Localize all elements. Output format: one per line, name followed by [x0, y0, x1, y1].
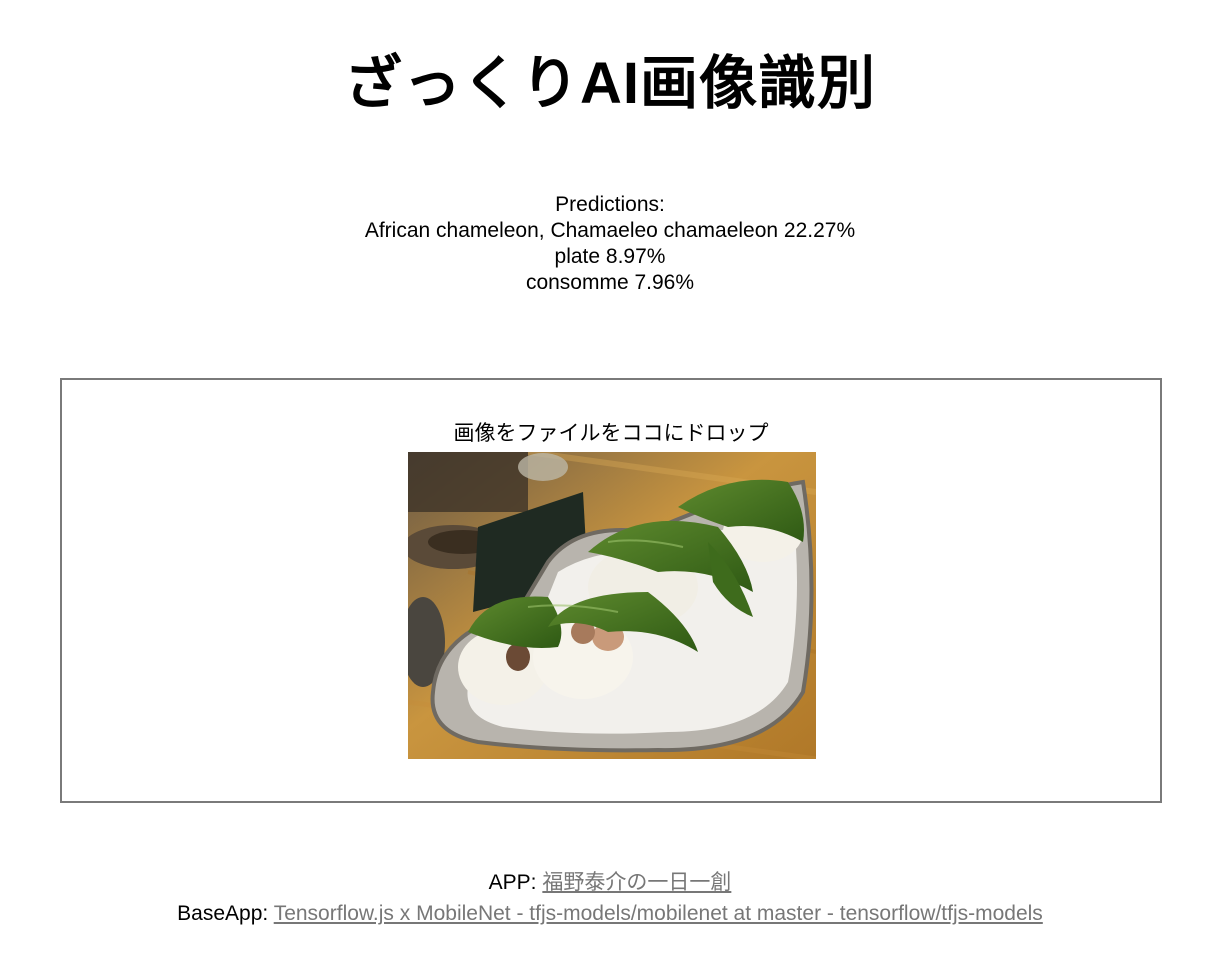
prediction-item: consomme 7.96% — [525, 271, 695, 294]
prediction-item: African chameleon, Chamaeleo chamaeleon … — [364, 219, 856, 242]
uploaded-photo — [408, 452, 816, 759]
footer-app-line: APP: 福野泰介の一日一創 — [0, 867, 1220, 898]
footer: APP: 福野泰介の一日一創 BaseApp: Tensorflow.js x … — [0, 867, 1220, 929]
baseapp-label: BaseApp: — [177, 902, 274, 925]
predictions-panel: Predictions: African chameleon, Chamaele… — [0, 192, 1220, 296]
app-label: APP: — [488, 871, 543, 894]
prediction-item: plate 8.97% — [554, 245, 666, 268]
baseapp-link[interactable]: Tensorflow.js x MobileNet - tfjs-models/… — [274, 902, 1043, 925]
footer-baseapp-line: BaseApp: Tensorflow.js x MobileNet - tfj… — [0, 898, 1220, 929]
app-link[interactable]: 福野泰介の一日一創 — [542, 871, 731, 894]
drop-zone-label: 画像をファイルをココにドロップ — [453, 422, 769, 445]
predictions-heading: Predictions: — [555, 193, 665, 216]
page-title: ざっくりAI画像識別 — [343, 51, 876, 116]
image-drop-zone[interactable]: 画像をファイルをココにドロップ — [60, 378, 1162, 803]
